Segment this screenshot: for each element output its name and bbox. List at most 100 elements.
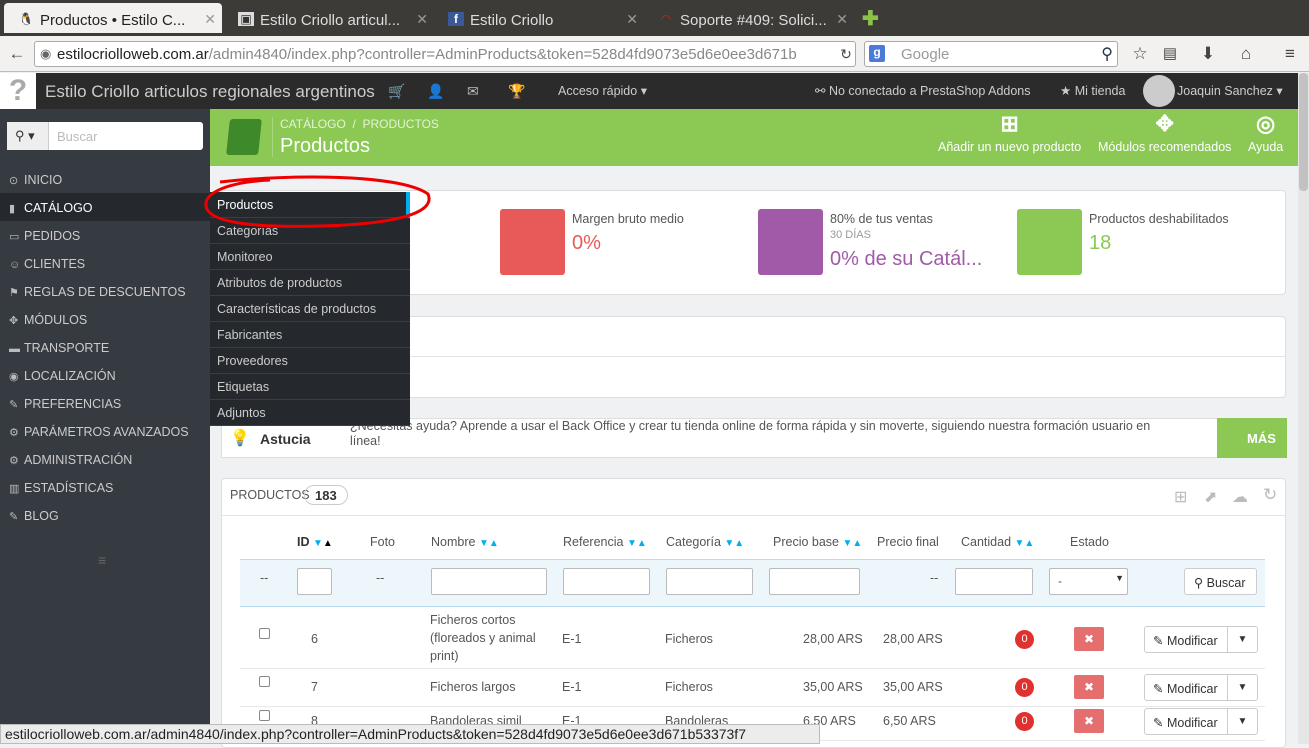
add-product-button[interactable]: ⊞ Añadir un nuevo producto xyxy=(938,112,1081,155)
browser-tab-4[interactable]: ◠ Soporte #409: Solici... ✕ xyxy=(644,3,854,33)
web-search-field[interactable]: g Google ⚲ xyxy=(864,41,1118,67)
browser-tab-3[interactable]: f Estilo Criollo ✕ xyxy=(434,3,644,33)
row-checkbox[interactable] xyxy=(259,710,270,721)
trophy-icon[interactable]: 🏆 xyxy=(508,83,525,100)
edit-button[interactable]: ✎ Modificar ▼ xyxy=(1144,708,1258,735)
row-checkbox[interactable] xyxy=(259,676,270,687)
sidebar-item-6[interactable]: ▬ Transporte xyxy=(0,333,210,361)
close-icon[interactable]: ✕ xyxy=(204,11,216,28)
submenu-item-5[interactable]: Fabricantes xyxy=(210,322,410,348)
back-arrow-icon[interactable]: ← xyxy=(5,42,29,66)
caret-down-icon[interactable]: ▼ xyxy=(1227,709,1257,734)
column-name[interactable]: Nombre ▼▲ xyxy=(431,535,499,549)
caret-down-icon[interactable]: ▼ xyxy=(1227,675,1257,700)
browser-tab-1[interactable]: 🐧 Productos • Estilo C... ✕ xyxy=(4,3,222,33)
edit-button[interactable]: ✎ Modificar ▼ xyxy=(1144,626,1258,653)
bookmarks-icon[interactable]: ▤ xyxy=(1158,42,1182,66)
filter-status-select[interactable]: - ▼ xyxy=(1049,568,1128,595)
sidebar-item-12[interactable]: ✎ Blog xyxy=(0,501,210,529)
filter-base-price-input[interactable] xyxy=(769,568,860,595)
browser-tab-2[interactable]: ▣ Estilo Criollo articul... ✕ xyxy=(224,3,434,33)
recommended-modules-button[interactable]: ✥ Módulos recomendados xyxy=(1098,112,1231,155)
refresh-icon[interactable]: ↻ xyxy=(1263,485,1277,505)
filter-search-button[interactable]: ⚲ Buscar xyxy=(1184,568,1257,595)
tab-title: Productos • Estilo C... xyxy=(40,12,186,29)
addons-link[interactable]: ⚯ No conectado a PrestaShop Addons xyxy=(815,83,1031,98)
prestashop-logo[interactable]: ? xyxy=(0,73,36,109)
column-id[interactable]: ID ▼▲ xyxy=(297,535,333,549)
help-button[interactable]: ◎ Ayuda xyxy=(1248,112,1283,155)
submenu-item-6[interactable]: Proveedores xyxy=(210,348,410,374)
my-shop-link[interactable]: ★ Mi tienda xyxy=(1060,83,1125,98)
search-type-dropdown[interactable]: ⚲ ▾ xyxy=(7,122,49,150)
page-toolbar: CATÁLOGO / PRODUCTOS Productos ⊞ Añadir u… xyxy=(210,109,1298,166)
more-button[interactable]: MÁS xyxy=(1217,418,1287,458)
sidebar-item-5[interactable]: ✥ Módulos xyxy=(0,305,210,333)
scrollbar-thumb[interactable] xyxy=(1299,73,1308,191)
sidebar-item-label: Inicio xyxy=(24,173,63,187)
filter-reference-input[interactable] xyxy=(563,568,650,595)
star-icon: ★ xyxy=(1060,84,1072,98)
edit-button[interactable]: ✎ Modificar ▼ xyxy=(1144,674,1258,701)
filter-category-input[interactable] xyxy=(666,568,753,595)
filter-id-input[interactable] xyxy=(297,568,332,595)
sidebar-item-10[interactable]: ⚙ Administración xyxy=(0,445,210,473)
sidebar-item-8[interactable]: ✎ Preferencias xyxy=(0,389,210,417)
status-disabled-button[interactable]: ✖ xyxy=(1074,675,1104,699)
bookmark-star-icon[interactable]: ☆ xyxy=(1128,42,1152,66)
close-icon[interactable]: ✕ xyxy=(416,11,428,28)
download-icon[interactable]: ⬇ xyxy=(1196,42,1220,66)
submenu-item-7[interactable]: Etiquetas xyxy=(210,374,410,400)
search-icon: ⚲ xyxy=(1194,576,1204,590)
quick-access-dropdown[interactable]: Acceso rápido ▾ xyxy=(558,83,647,98)
page-icon: ▣ xyxy=(238,12,254,26)
breadcrumb-catalog[interactable]: CATÁLOGO xyxy=(280,117,346,131)
new-tab-button[interactable]: ✚ xyxy=(862,6,879,31)
search-icon[interactable]: ⚲ xyxy=(1101,44,1113,64)
sidebar-item-4[interactable]: ⚑ Reglas de descuentos xyxy=(0,277,210,305)
sidebar-item-11[interactable]: ▥ Estadísticas xyxy=(0,473,210,501)
column-base-price[interactable]: Precio base ▼▲ xyxy=(773,535,862,549)
upload-icon[interactable]: ☁ xyxy=(1232,487,1248,507)
close-icon[interactable]: ✕ xyxy=(836,11,848,28)
status-disabled-button[interactable]: ✖ xyxy=(1074,627,1104,651)
submenu-item-8[interactable]: Adjuntos xyxy=(210,400,410,426)
column-label: Precio final xyxy=(877,535,939,549)
user-icon[interactable]: 👤 xyxy=(427,83,444,100)
caret-down-icon[interactable]: ▼ xyxy=(1227,627,1257,652)
submenu-item-2[interactable]: Monitoreo xyxy=(210,244,410,270)
sidebar-item-0[interactable]: ⊙ Inicio xyxy=(0,165,210,193)
sidebar-item-9[interactable]: ⚙ Parámetros avanzados xyxy=(0,417,210,445)
submenu-item-3[interactable]: Atributos de productos xyxy=(210,270,410,296)
column-reference[interactable]: Referencia ▼▲ xyxy=(563,535,647,549)
sidebar-item-1[interactable]: ▮ Catálogo xyxy=(0,193,210,221)
sidebar-item-7[interactable]: ◉ Localización xyxy=(0,361,210,389)
close-icon[interactable]: ✕ xyxy=(626,11,638,28)
reload-icon[interactable]: ↻ xyxy=(834,42,858,66)
envelope-icon[interactable]: ✉ xyxy=(467,83,479,100)
menu-icon[interactable]: ≡ xyxy=(1278,42,1302,66)
filter-quantity-input[interactable] xyxy=(955,568,1033,595)
cart-icon[interactable]: 🛒 xyxy=(388,83,405,100)
submenu-item-4[interactable]: Características de productos xyxy=(210,296,410,322)
column-category[interactable]: Categoría ▼▲ xyxy=(666,535,744,549)
shop-name[interactable]: Estilo Criollo articulos regionales arge… xyxy=(45,82,375,102)
home-icon[interactable]: ⌂ xyxy=(1234,42,1258,66)
row-id: 6 xyxy=(311,632,318,646)
user-menu[interactable]: Joaquin Sanchez ▾ xyxy=(1177,83,1283,98)
sidebar-item-2[interactable]: ▭ Pedidos xyxy=(0,221,210,249)
column-label: Referencia xyxy=(563,535,624,549)
sidebar-search[interactable]: ⚲ ▾ Buscar xyxy=(7,122,203,150)
avatar[interactable] xyxy=(1143,75,1175,107)
status-disabled-button[interactable]: ✖ xyxy=(1074,709,1104,733)
row-checkbox[interactable] xyxy=(259,628,270,639)
column-quantity[interactable]: Cantidad ▼▲ xyxy=(961,535,1034,549)
export-icon[interactable]: ⬈ xyxy=(1204,487,1217,507)
url-field[interactable]: ◉ estilocriolloweb.com.ar/admin4840/inde… xyxy=(34,41,856,67)
add-icon[interactable]: ⊞ xyxy=(1174,487,1187,507)
scrollbar[interactable] xyxy=(1298,73,1309,744)
filter-name-input[interactable] xyxy=(431,568,547,595)
collapse-menu-icon[interactable]: ≡ xyxy=(98,552,106,568)
breadcrumb-products[interactable]: PRODUCTOS xyxy=(362,117,438,131)
sidebar-item-3[interactable]: ☺ Clientes xyxy=(0,249,210,277)
